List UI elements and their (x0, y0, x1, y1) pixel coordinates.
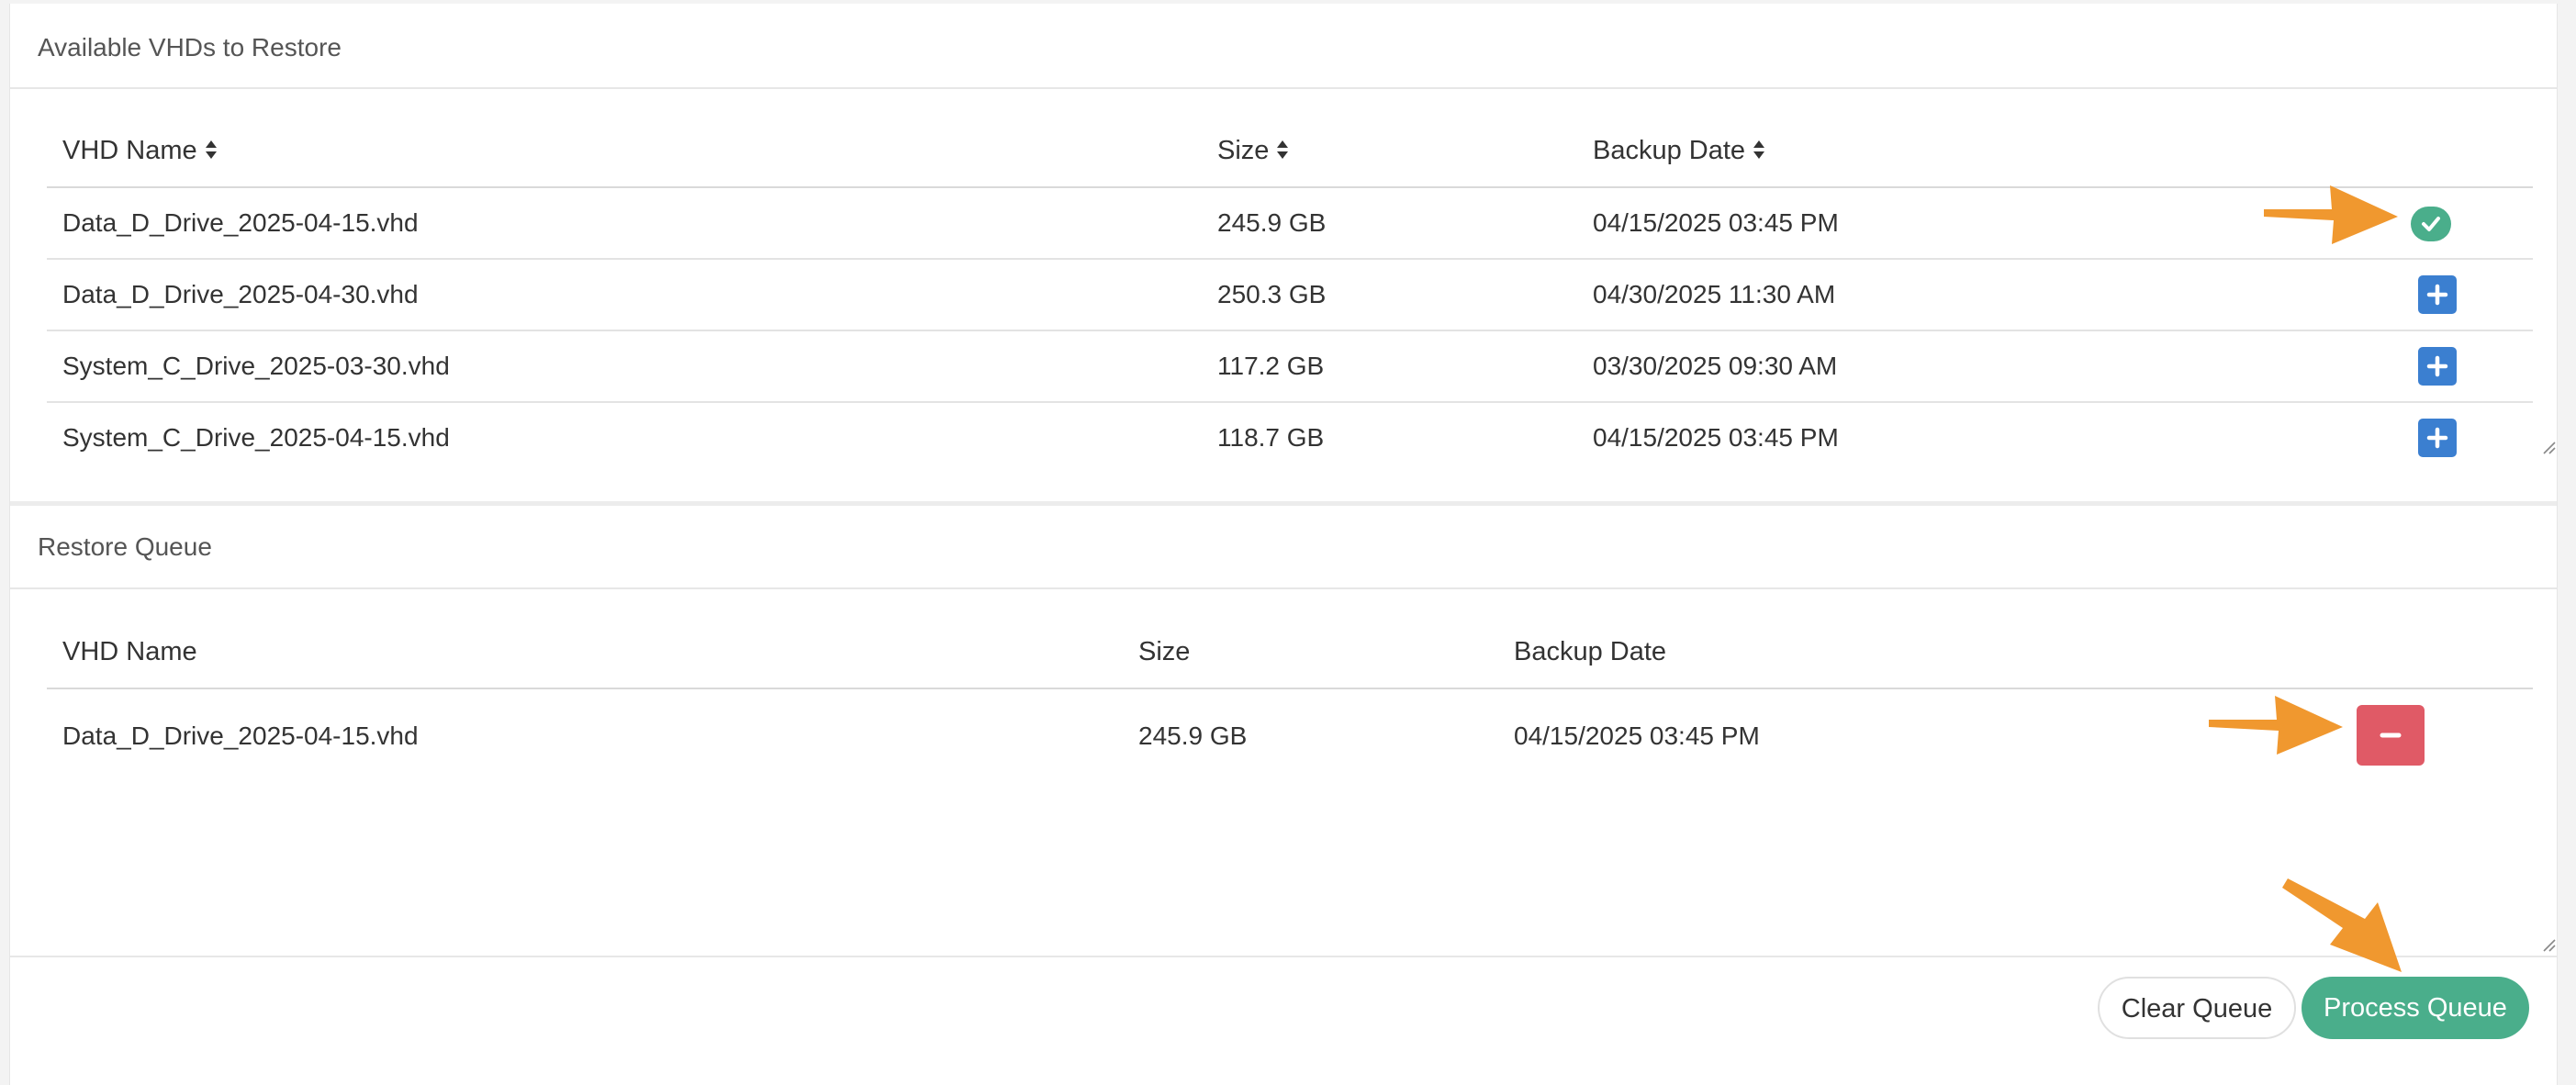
table-row: System_C_Drive_2025-03-30.vhd 117.2 GB 0… (47, 331, 2533, 402)
sort-icon (1277, 140, 1289, 160)
sort-icon (1753, 140, 1765, 160)
column-header-vhd-name: VHD Name (62, 637, 197, 666)
resize-handle-icon[interactable] (2540, 439, 2557, 455)
minus-icon (2380, 733, 2402, 738)
backup-date-cell: 03/30/2025 09:30 AM (1593, 352, 1838, 380)
size-cell: 245.9 GB (1217, 208, 1327, 237)
size-cell: 250.3 GB (1217, 280, 1327, 308)
backup-date-cell: 04/15/2025 03:45 PM (1593, 423, 1839, 452)
restore-panel: Available VHDs to Restore VHD Name Size … (9, 4, 2558, 1085)
arrow-icon (2209, 696, 2343, 755)
resize-handle-icon[interactable] (2540, 936, 2557, 953)
available-vhds-table: VHD Name Size Backup Date Data_D_Drive_2… (47, 88, 2533, 492)
size-cell: 245.9 GB (1138, 721, 1248, 750)
plus-icon (2426, 427, 2448, 449)
column-header-vhd-name[interactable]: VHD Name (62, 136, 218, 166)
sort-icon (205, 140, 217, 160)
arrow-icon (2282, 878, 2402, 972)
vhd-name-cell: System_C_Drive_2025-04-15.vhd (62, 423, 450, 452)
section-divider (10, 501, 2557, 506)
vhd-name-cell: System_C_Drive_2025-03-30.vhd (62, 352, 450, 380)
table-row: System_C_Drive_2025-04-15.vhd 118.7 GB 0… (47, 403, 2533, 474)
column-header-size: Size (1138, 637, 1191, 666)
backup-date-cell: 04/15/2025 03:45 PM (1593, 208, 1839, 237)
added-check-button[interactable] (2411, 207, 2451, 241)
column-header-backup-date: Backup Date (1514, 637, 1667, 666)
backup-date-cell: 04/15/2025 03:45 PM (1514, 721, 1760, 750)
divider (10, 956, 2557, 957)
check-icon (2422, 217, 2440, 231)
arrow-icon (2264, 185, 2398, 244)
table-row: Data_D_Drive_2025-04-15.vhd 245.9 GB 04/… (47, 689, 2533, 786)
table-row: Data_D_Drive_2025-04-15.vhd 245.9 GB 04/… (47, 188, 2533, 259)
vhd-name-cell: Data_D_Drive_2025-04-15.vhd (62, 208, 419, 237)
vhd-name-cell: Data_D_Drive_2025-04-30.vhd (62, 280, 419, 308)
add-to-queue-button[interactable] (2418, 419, 2457, 457)
plus-icon (2426, 284, 2448, 306)
column-header-size[interactable]: Size (1217, 136, 1289, 166)
clear-queue-button[interactable]: Clear Queue (2098, 977, 2296, 1039)
remove-from-queue-button[interactable] (2357, 705, 2425, 766)
table-row: Data_D_Drive_2025-04-30.vhd 250.3 GB 04/… (47, 260, 2533, 330)
column-header-backup-date[interactable]: Backup Date (1593, 136, 1765, 166)
add-to-queue-button[interactable] (2418, 275, 2457, 314)
vhd-name-cell: Data_D_Drive_2025-04-15.vhd (62, 721, 419, 750)
process-queue-button[interactable]: Process Queue (2302, 977, 2529, 1039)
available-vhds-title: Available VHDs to Restore (38, 33, 342, 62)
restore-queue-title: Restore Queue (38, 532, 212, 561)
add-to-queue-button[interactable] (2418, 347, 2457, 386)
plus-icon (2426, 355, 2448, 377)
size-cell: 117.2 GB (1217, 352, 1325, 380)
size-cell: 118.7 GB (1217, 423, 1325, 452)
backup-date-cell: 04/30/2025 11:30 AM (1593, 280, 1836, 308)
restore-queue-table: VHD Name Size Backup Date Data_D_Drive_2… (47, 589, 2533, 956)
